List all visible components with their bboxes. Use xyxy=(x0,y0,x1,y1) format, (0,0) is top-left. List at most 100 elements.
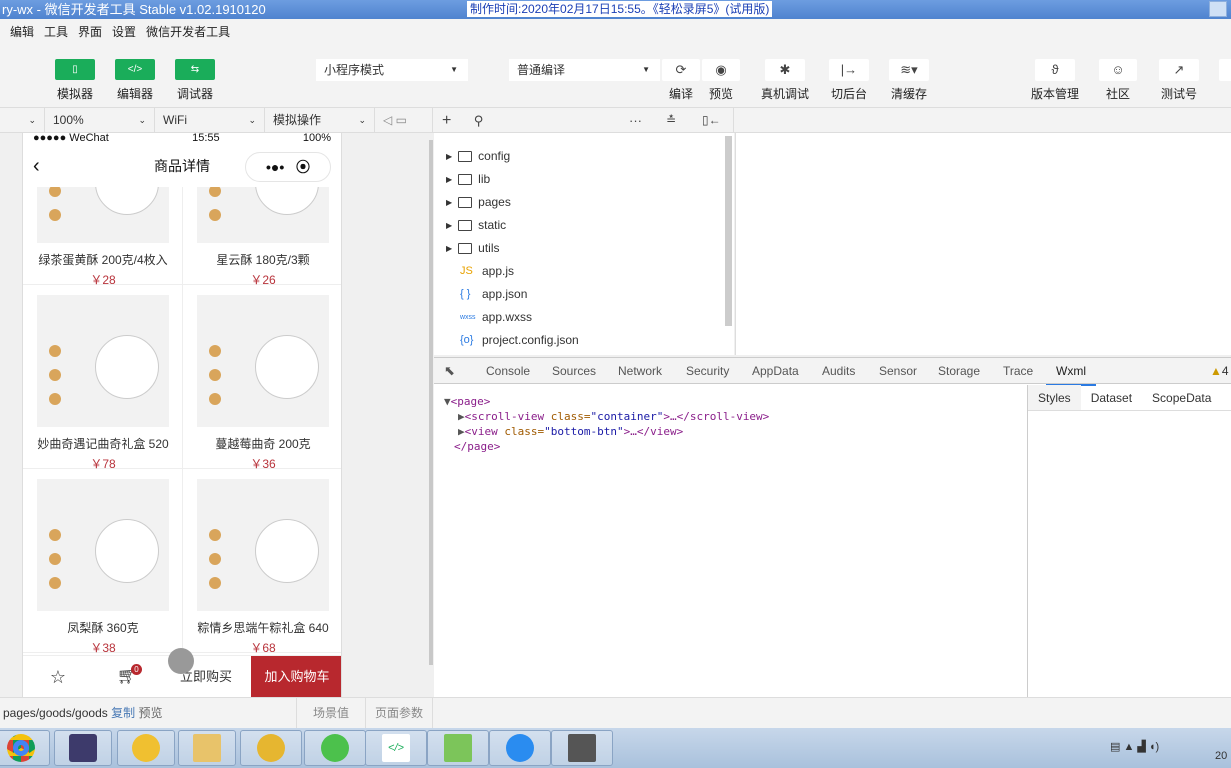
compile-button[interactable]: ⟳ xyxy=(662,59,700,81)
ingredient-icon xyxy=(49,393,61,405)
taskbar-app2[interactable] xyxy=(240,730,302,766)
taskbar-wechat[interactable] xyxy=(304,730,366,766)
ingredient-icon xyxy=(209,553,221,565)
menu-edit[interactable]: 编辑 xyxy=(10,19,34,45)
ingredient-icon xyxy=(49,553,61,565)
file-tree-scrollbar[interactable] xyxy=(725,136,732,326)
menu-tools[interactable]: 工具 xyxy=(44,19,68,45)
wxss-file-icon: wxss xyxy=(460,314,476,321)
tab-sources[interactable]: Sources xyxy=(552,358,596,384)
tab-audits[interactable]: Audits xyxy=(822,358,855,384)
taskbar-eclipse[interactable] xyxy=(54,730,112,766)
clear-cache-button[interactable]: ≋▾ xyxy=(889,59,929,81)
editor-button[interactable]: </> xyxy=(115,59,155,80)
warning-count: 4 xyxy=(1221,364,1229,378)
add-icon[interactable]: + xyxy=(442,112,451,129)
tab-appdata[interactable]: AppData xyxy=(752,358,799,384)
taskbar-devtools[interactable]: </> xyxy=(365,730,427,766)
file-item-lib[interactable]: ▶ lib xyxy=(446,168,490,191)
tab-styles[interactable]: Styles xyxy=(1028,385,1081,410)
background-button[interactable]: |→ xyxy=(829,59,869,81)
community-button[interactable]: ☺ xyxy=(1099,59,1137,81)
file-item-pages[interactable]: ▶ pages xyxy=(446,191,511,214)
tray-icons[interactable]: ▤ ▲ ▟ ◖) xyxy=(1110,740,1159,753)
tree-node-page[interactable]: ▼<page> xyxy=(444,394,769,409)
simulator-button[interactable]: ▯ xyxy=(55,59,95,80)
favorite-icon[interactable]: ☆ xyxy=(23,656,93,697)
zoom-select[interactable]: 100% ⌄ xyxy=(45,108,155,133)
version-button[interactable]: ϑ xyxy=(1035,59,1075,81)
taskbar-browser[interactable] xyxy=(489,730,551,766)
capsule-menu[interactable]: •●• ⦿ xyxy=(245,152,331,182)
file-item-config[interactable]: ▶ config xyxy=(446,145,510,168)
tray-clock: 20 xyxy=(1215,750,1228,762)
product-card[interactable]: 蔓越莓曲奇 200克 ￥36 xyxy=(183,285,341,471)
tab-storage[interactable]: Storage xyxy=(938,358,980,384)
add-to-cart-button[interactable]: 加入购物车 xyxy=(251,656,341,697)
inspect-icon[interactable]: ⬉ xyxy=(444,358,455,384)
taskbar-app[interactable] xyxy=(117,730,175,766)
taskbar-recorder[interactable] xyxy=(551,730,613,766)
folder-icon xyxy=(458,174,473,185)
tab-network[interactable]: Network xyxy=(618,358,662,384)
tab-security[interactable]: Security xyxy=(686,358,729,384)
editor-area xyxy=(735,133,1231,355)
taskbar: </> ▤ ▲ ▟ ◖) 20 xyxy=(0,728,1231,768)
scrollbar[interactable] xyxy=(429,140,433,665)
file-item-app-js[interactable]: JS app.js xyxy=(460,260,514,283)
device-select[interactable]: ⌄ xyxy=(0,108,45,133)
more-icon[interactable]: •●• xyxy=(266,159,284,175)
file-name: lib xyxy=(478,172,491,186)
simulator-toolbar: ⌄ 100% ⌄ WiFi ⌄ 模拟操作 ⌄ ◁ ▭ + ⚲ ··· ≛ ▯← xyxy=(0,108,1231,133)
network-select[interactable]: WiFi ⌄ xyxy=(155,108,265,133)
tab-wxml[interactable]: Wxml xyxy=(1046,358,1096,386)
taskbar-explorer[interactable] xyxy=(178,730,236,766)
operation-select[interactable]: 模拟操作 ⌄ xyxy=(265,108,375,133)
preview-button[interactable]: ◉ xyxy=(702,59,740,81)
sound-toggle[interactable]: ◁ ▭ xyxy=(375,108,433,133)
chat-icon: ☺ xyxy=(1111,62,1125,77)
product-card[interactable]: 妙曲奇遇记曲奇礼盒 520 ￥78 xyxy=(23,285,183,471)
menu-devtools[interactable]: 微信开发者工具 xyxy=(146,19,230,45)
tab-trace[interactable]: Trace xyxy=(1003,358,1033,384)
file-item-static[interactable]: ▶ static xyxy=(446,214,506,237)
product-image xyxy=(197,479,329,611)
preview-link[interactable]: 预览 xyxy=(138,706,162,720)
minimize-button[interactable] xyxy=(1209,1,1227,17)
search-icon[interactable]: ⚲ xyxy=(474,113,484,128)
more-button[interactable] xyxy=(1219,59,1231,81)
cart-badge: 0 xyxy=(131,664,142,675)
more-icon[interactable]: ··· xyxy=(629,108,642,133)
compile-mode-select[interactable]: 普通编译 ▼ xyxy=(509,59,660,81)
collapse-icon[interactable]: ≛ xyxy=(666,108,676,133)
tab-scopedata[interactable]: ScopeData xyxy=(1142,385,1221,410)
menu-view[interactable]: 界面 xyxy=(78,19,102,45)
taskbar-chrome[interactable] xyxy=(0,730,50,766)
cart-button[interactable]: 🛒︎ 0 xyxy=(93,656,161,697)
tab-console[interactable]: Console xyxy=(486,358,530,384)
remote-debug-button[interactable]: ✱ xyxy=(765,59,805,81)
file-item-utils[interactable]: ▶ utils xyxy=(446,237,500,260)
page-params-button[interactable]: 页面参数 xyxy=(365,698,433,728)
recorder-watermark: 制作时间:2020年02月17日15:55。《轻松录屏5》(试用版) xyxy=(467,1,773,17)
tree-node-scroll-view[interactable]: ▶<scroll-view class="container">…</scrol… xyxy=(444,409,769,424)
tab-sensor[interactable]: Sensor xyxy=(879,358,917,384)
file-item-app-wxss[interactable]: wxss app.wxss xyxy=(460,306,532,329)
product-card[interactable]: 凤梨酥 360克 ￥38 xyxy=(23,469,183,655)
menu-settings[interactable]: 设置 xyxy=(112,19,136,45)
close-circle-icon[interactable]: ⦿ xyxy=(296,159,310,175)
product-card[interactable]: 粽情乡思端午粽礼盒 640 ￥68 xyxy=(183,469,341,655)
scene-value-button[interactable]: 场景值 xyxy=(296,698,365,728)
test-account-button[interactable]: ↗ xyxy=(1159,59,1199,81)
file-item-app-json[interactable]: { } app.json xyxy=(460,283,527,306)
file-item-project-config-json[interactable]: {o} project.config.json xyxy=(460,329,579,352)
mode-select[interactable]: 小程序模式 ▼ xyxy=(316,59,468,81)
hide-panel-icon[interactable]: ▯← xyxy=(702,108,721,133)
taskbar-notepad[interactable] xyxy=(427,730,489,766)
copy-link[interactable]: 复制 xyxy=(111,706,135,720)
tab-dataset[interactable]: Dataset xyxy=(1081,385,1142,410)
back-icon[interactable]: ‹ xyxy=(33,145,40,187)
debugger-button[interactable]: ⇆ xyxy=(175,59,215,80)
tree-node-view[interactable]: ▶<view class="bottom-btn">…</view> xyxy=(444,424,769,439)
warning-icon[interactable]: ▲4 xyxy=(1210,358,1229,384)
